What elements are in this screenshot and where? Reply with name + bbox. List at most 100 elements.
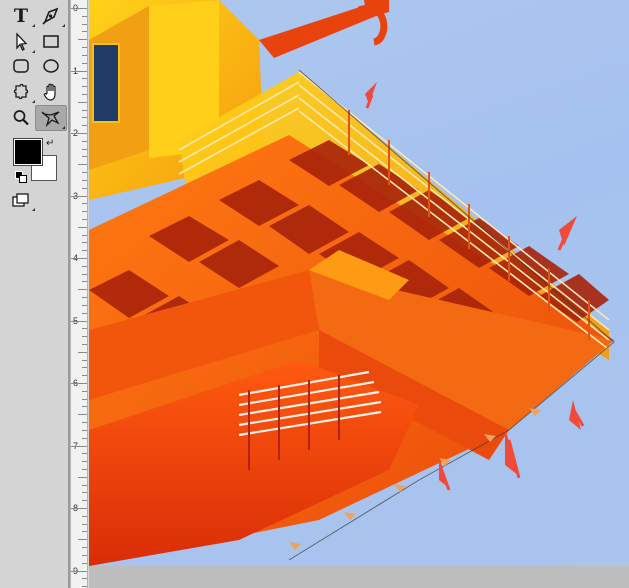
ruler-tick xyxy=(82,187,87,189)
puzzle-shape-icon xyxy=(13,83,29,100)
ruler-tick xyxy=(71,8,87,9)
ruler-tick xyxy=(82,515,87,517)
3d-tool[interactable] xyxy=(35,105,67,131)
canvas-bottom-strip xyxy=(89,566,629,588)
ruler-tick xyxy=(82,250,87,252)
ruler-tick xyxy=(82,304,87,306)
ruler-tick xyxy=(78,226,87,228)
type-tool-icon: T xyxy=(13,5,29,27)
pen-tool[interactable] xyxy=(36,4,66,28)
ruler-tick xyxy=(71,133,87,134)
ruler-tick xyxy=(82,336,87,338)
ruler-tick xyxy=(82,297,87,299)
ruler-tick xyxy=(82,554,87,556)
arrow-select-icon xyxy=(16,32,28,51)
ruler-tick xyxy=(82,117,87,119)
ruler-tick xyxy=(71,70,87,72)
ruler-tick xyxy=(82,547,87,549)
tool-panel: T ↵ xyxy=(0,0,68,588)
rectangle-tool[interactable] xyxy=(36,30,66,54)
rounded-rectangle-icon xyxy=(13,59,29,73)
ruler-tick xyxy=(82,273,87,275)
ruler-tick xyxy=(82,172,87,174)
ruler-tick xyxy=(78,351,87,353)
hand-tool[interactable] xyxy=(36,80,66,104)
ruler-tick xyxy=(82,461,87,463)
ruler-tick xyxy=(82,211,87,213)
3d-rotate-icon xyxy=(41,111,60,128)
custom-shape-tool[interactable] xyxy=(6,80,36,104)
ruler-tick xyxy=(82,31,87,33)
rectangle-icon xyxy=(43,35,59,48)
ruler-tick xyxy=(82,367,87,369)
ruler-tick xyxy=(82,47,87,49)
ruler-tick xyxy=(78,101,87,103)
ruler-tick xyxy=(78,539,87,541)
ruler-tick xyxy=(82,109,87,111)
ruler-tick xyxy=(82,140,87,142)
ruler-tick xyxy=(78,39,87,41)
rounded-rectangle-tool[interactable] xyxy=(6,54,36,78)
ruler-tick xyxy=(82,15,87,17)
ruler-tick xyxy=(71,570,87,572)
ruler-tick xyxy=(78,414,87,416)
ruler-tick xyxy=(82,23,87,25)
ruler-tick xyxy=(82,203,87,205)
ruler-tick xyxy=(82,468,87,470)
ruler-tick xyxy=(82,148,87,150)
type-tool[interactable]: T xyxy=(6,4,36,28)
ruler-tick xyxy=(82,343,87,345)
ruler-tick xyxy=(71,508,87,509)
ruler-tick xyxy=(82,562,87,564)
ellipse-tool[interactable] xyxy=(36,54,66,78)
pen-icon xyxy=(42,7,59,25)
ruler-tick xyxy=(82,242,87,244)
ruler-tick xyxy=(82,312,87,314)
default-colors-icon[interactable] xyxy=(15,171,27,183)
screen-mode-icon xyxy=(12,193,29,207)
ruler-tick xyxy=(78,476,87,478)
ruler-tick xyxy=(82,375,87,377)
screen-mode-button[interactable] xyxy=(6,188,36,212)
ruler-tick xyxy=(82,523,87,525)
ruler-tick xyxy=(78,289,87,291)
hand-icon xyxy=(43,83,56,101)
ruler-tick xyxy=(82,86,87,88)
ruler-tick xyxy=(82,359,87,361)
foreground-color-swatch[interactable] xyxy=(13,138,43,166)
ruler-tick xyxy=(71,445,87,447)
ruler-tick xyxy=(82,218,87,220)
ruler-tick xyxy=(82,328,87,330)
document-canvas[interactable] xyxy=(89,0,629,566)
ruler-tick xyxy=(82,437,87,439)
ruler-tick xyxy=(82,422,87,424)
ruler-tick xyxy=(82,125,87,127)
ruler-tick xyxy=(82,62,87,64)
ruler-tick xyxy=(82,156,87,158)
swap-colors-icon[interactable]: ↵ xyxy=(46,138,54,149)
ellipse-icon xyxy=(43,59,59,73)
ruler-tick xyxy=(71,383,87,384)
ruler-tick xyxy=(82,484,87,486)
ruler-tick xyxy=(82,93,87,95)
ruler-tick xyxy=(82,578,87,580)
ruler-tick xyxy=(82,54,87,56)
ruler-tick xyxy=(82,265,87,267)
ruler-tick xyxy=(82,586,87,588)
ruler-tick xyxy=(71,320,87,322)
path-selection-tool[interactable] xyxy=(6,30,36,54)
vertical-ruler: 0123456789 xyxy=(70,0,88,588)
ruler-tick xyxy=(82,179,87,181)
ruler-tick xyxy=(82,234,87,236)
magnifier-icon xyxy=(13,110,29,126)
ruler-tick xyxy=(82,500,87,502)
ruler-tick xyxy=(71,258,87,259)
ruler-tick xyxy=(82,398,87,400)
ruler-tick xyxy=(82,531,87,533)
ruler-tick xyxy=(82,492,87,494)
crane-photo xyxy=(89,0,615,566)
ruler-tick xyxy=(82,390,87,392)
zoom-tool[interactable] xyxy=(6,106,36,130)
ruler-tick xyxy=(82,453,87,455)
ruler-tick xyxy=(82,429,87,431)
